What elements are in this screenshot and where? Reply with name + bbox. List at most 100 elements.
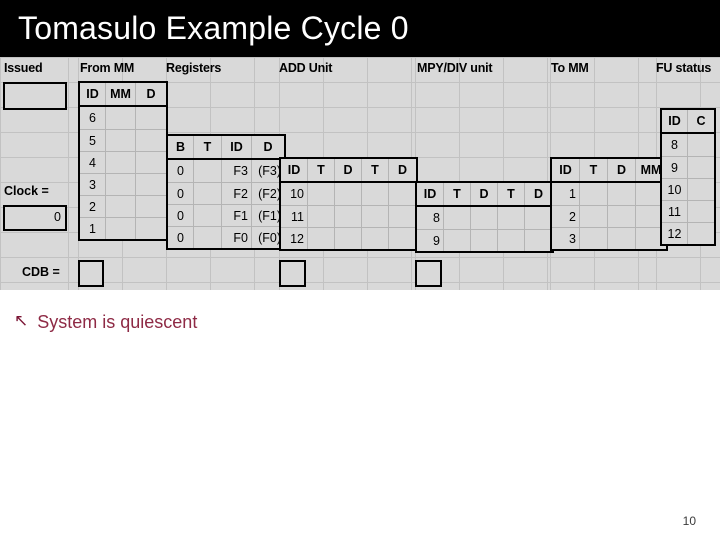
clock-value-box[interactable]: 0 [3,205,67,231]
table-cell[interactable] [194,226,222,248]
table-cell[interactable] [335,183,362,205]
table-cell[interactable] [471,207,498,229]
cdb-value-box[interactable] [78,260,104,287]
table-cell[interactable] [136,195,166,217]
table-cell[interactable]: 4 [80,151,106,173]
table-cell[interactable]: 8 [417,207,444,229]
table-cell[interactable] [136,151,166,173]
table-cell[interactable] [688,178,714,200]
table-cell[interactable]: 1 [80,217,106,239]
table-row: 0 F2 (F2) [168,182,284,204]
table-row: 0 F1 (F1) [168,204,284,226]
table-cell[interactable] [688,222,714,244]
table-cell[interactable]: 11 [662,200,688,222]
table-cell[interactable]: 0 [168,182,194,204]
table-cell[interactable] [106,151,136,173]
table-cell[interactable] [308,183,335,205]
table-cell[interactable] [136,173,166,195]
table-row: 2 [80,195,166,217]
table-cell[interactable] [194,204,222,226]
table-cell[interactable]: 6 [80,107,106,129]
table-cell[interactable]: 12 [662,222,688,244]
table-cell[interactable] [608,183,636,205]
table-row: 9 [662,156,714,178]
table-cell[interactable] [106,217,136,239]
column-header: T [194,136,222,158]
table-cell[interactable] [608,227,636,249]
page-title: Tomasulo Example Cycle 0 [18,10,409,46]
issued-box[interactable] [3,82,67,110]
table-cell[interactable] [389,227,416,249]
table-cell[interactable] [688,200,714,222]
table-cell[interactable] [362,227,389,249]
table-cell[interactable] [106,129,136,151]
column-header: ID [417,183,444,205]
table-header-row: B T ID D [168,136,284,160]
table-cell[interactable] [389,205,416,227]
grid-hline [0,282,720,283]
table-cell[interactable]: 0 [168,226,194,248]
table-header-row: ID C [662,110,714,134]
table-cell[interactable]: 2 [552,205,580,227]
table-cell[interactable]: 3 [552,227,580,249]
table-cell[interactable]: 0 [168,160,194,182]
table-cell[interactable] [136,129,166,151]
table-header-row: ID T D MM [552,159,666,183]
cdb-label: CDB = [22,265,60,279]
table-cell[interactable] [308,205,335,227]
table-cell[interactable]: 9 [417,229,444,251]
mpy-div-result-box[interactable] [415,260,442,287]
table-cell[interactable]: 11 [281,205,308,227]
table-cell[interactable] [389,183,416,205]
table-cell[interactable]: 10 [281,183,308,205]
section-title-mpy-div: MPY/DIV unit [417,61,493,75]
table-cell[interactable] [194,182,222,204]
table-cell[interactable] [362,183,389,205]
table-cell[interactable]: F0 [222,226,252,248]
table-cell[interactable]: 2 [80,195,106,217]
column-header: D [608,159,636,181]
table-cell[interactable] [136,217,166,239]
table-cell[interactable] [106,173,136,195]
table-cell[interactable] [580,205,608,227]
column-header: C [696,114,706,128]
table-cell[interactable] [106,107,136,129]
table-cell[interactable] [525,229,552,251]
table-cell[interactable]: 9 [662,156,688,178]
table-cell[interactable] [444,207,471,229]
table-cell[interactable]: 3 [80,173,106,195]
table-add-unit: ID T D T D 10 11 12 [279,157,418,251]
table-cell[interactable] [335,205,362,227]
table-cell[interactable] [608,205,636,227]
table-cell[interactable]: F2 [222,182,252,204]
table-cell[interactable] [498,207,525,229]
table-cell[interactable]: 10 [662,178,688,200]
table-row: 2 [552,205,666,227]
table-to-mm: ID T D MM 1 2 3 [550,157,668,251]
table-cell[interactable] [525,207,552,229]
table-cell[interactable] [444,229,471,251]
table-cell[interactable]: 1 [552,183,580,205]
table-cell[interactable] [335,227,362,249]
column-header: ID [662,110,688,132]
table-cell[interactable]: 5 [80,129,106,151]
table-header-row: ID T D T D [281,159,416,183]
table-cell[interactable] [308,227,335,249]
table-cell[interactable] [362,205,389,227]
table-cell[interactable]: 12 [281,227,308,249]
table-cell[interactable] [580,227,608,249]
table-cell[interactable] [194,160,222,182]
table-cell[interactable] [688,134,714,156]
table-cell[interactable]: 8 [662,134,688,156]
table-cell[interactable] [498,229,525,251]
add-unit-result-box[interactable] [279,260,306,287]
table-cell[interactable] [136,107,166,129]
table-cell[interactable] [580,183,608,205]
table-cell[interactable]: F1 [222,204,252,226]
table-cell[interactable]: 0 [168,204,194,226]
table-cell[interactable] [106,195,136,217]
table-cell[interactable] [471,229,498,251]
table-cell[interactable] [688,156,714,178]
table-row: 6 [80,107,166,129]
table-cell[interactable]: F3 [222,160,252,182]
